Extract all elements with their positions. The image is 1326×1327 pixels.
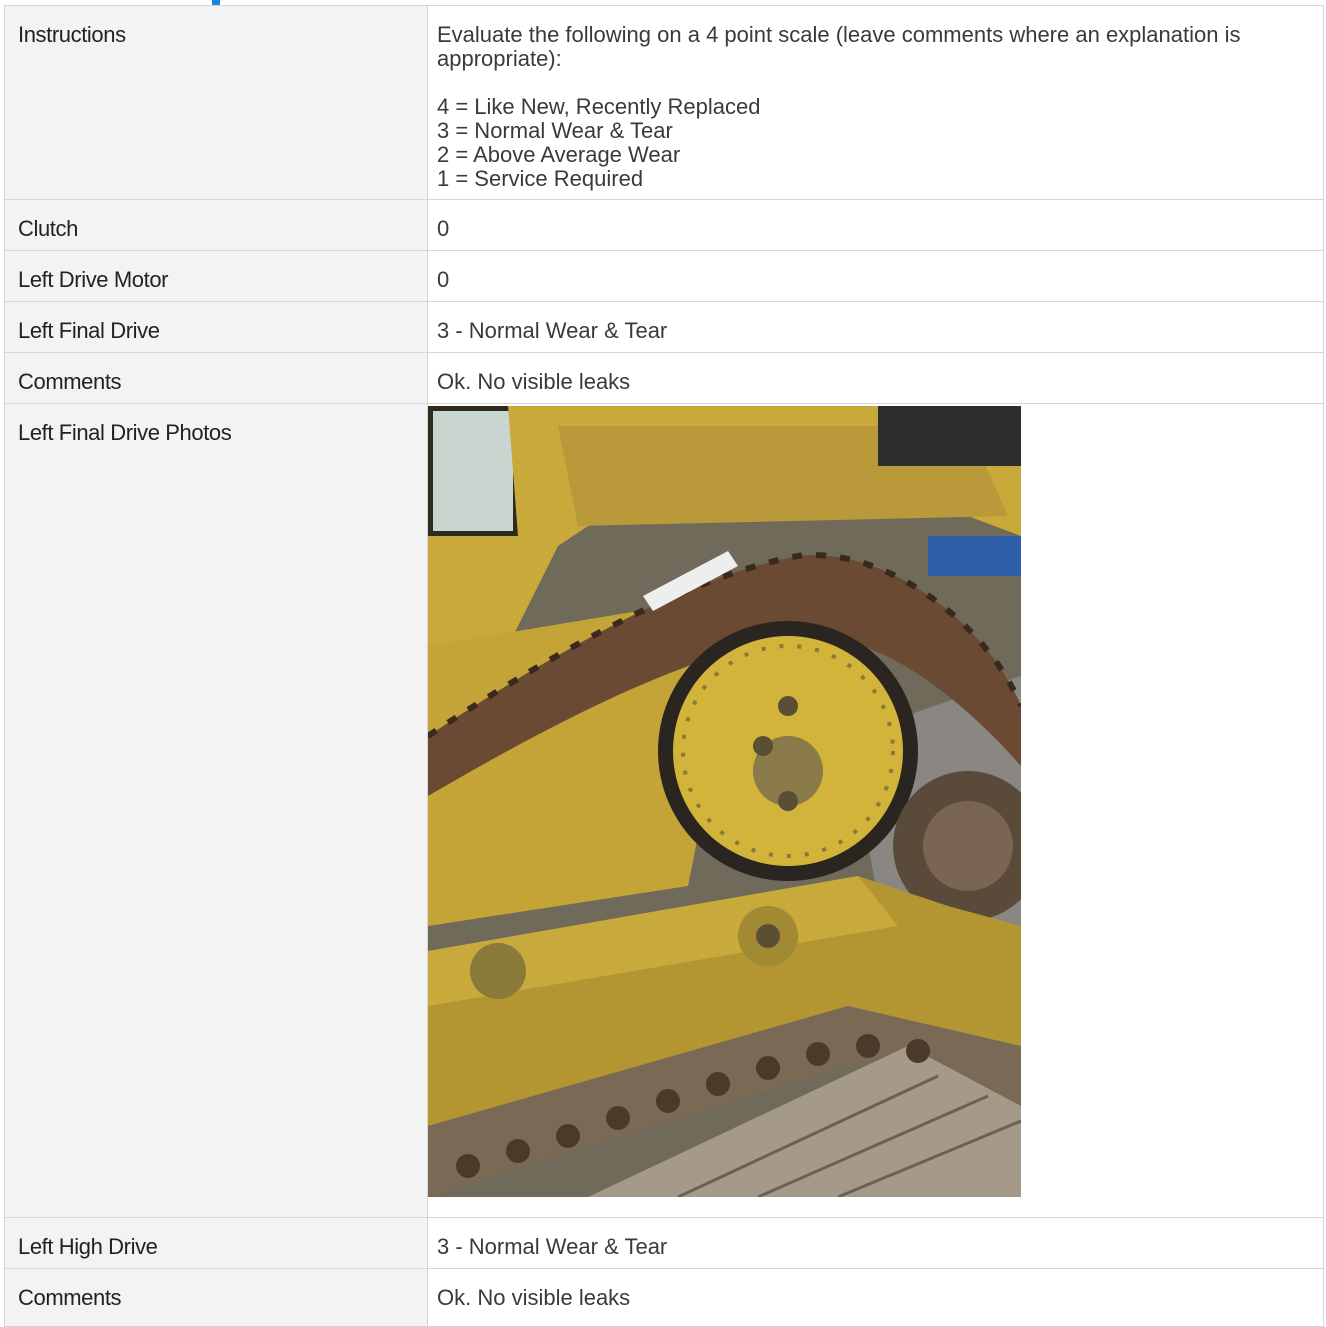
table-row: Comments Ok. No visible leaks [4,352,1324,404]
table-row: Left Final Drive 3 - Normal Wear & Tear [4,301,1324,353]
table-row: Instructions Evaluate the following on a… [4,5,1324,200]
row-label: Left High Drive [4,1217,428,1269]
scale-item: 1 = Service Required [437,166,644,191]
row-label: Left Final Drive [4,301,428,353]
table-row: Clutch 0 [4,199,1324,251]
photo-cell [427,403,1324,1218]
row-label: Clutch [4,199,428,251]
table-row: Left Final Drive Photos [4,403,1324,1218]
scale-item: 2 = Above Average Wear [437,142,681,167]
final-drive-photo[interactable] [428,406,1021,1197]
instructions-scale: 4 = Like New, Recently Replaced 3 = Norm… [437,95,1309,191]
table-row: Left High Drive 3 - Normal Wear & Tear [4,1217,1324,1269]
row-value: Ok. No visible leaks [427,352,1324,404]
inspection-table: Instructions Evaluate the following on a… [4,5,1324,1327]
scale-item: 4 = Like New, Recently Replaced [437,94,761,119]
row-label: Left Drive Motor [4,250,428,302]
row-label: Instructions [4,5,428,200]
row-label: Left Final Drive Photos [4,403,428,1218]
instructions-text: Evaluate the following on a 4 point scal… [427,5,1324,200]
row-value: 3 - Normal Wear & Tear [427,301,1324,353]
row-value: 0 [427,250,1324,302]
table-row: Left Drive Motor 0 [4,250,1324,302]
row-value: 0 [427,199,1324,251]
instructions-intro: Evaluate the following on a 4 point scal… [437,22,1241,71]
scale-item: 3 = Normal Wear & Tear [437,118,673,143]
row-value: 3 - Normal Wear & Tear [427,1217,1324,1269]
row-label: Comments [4,352,428,404]
